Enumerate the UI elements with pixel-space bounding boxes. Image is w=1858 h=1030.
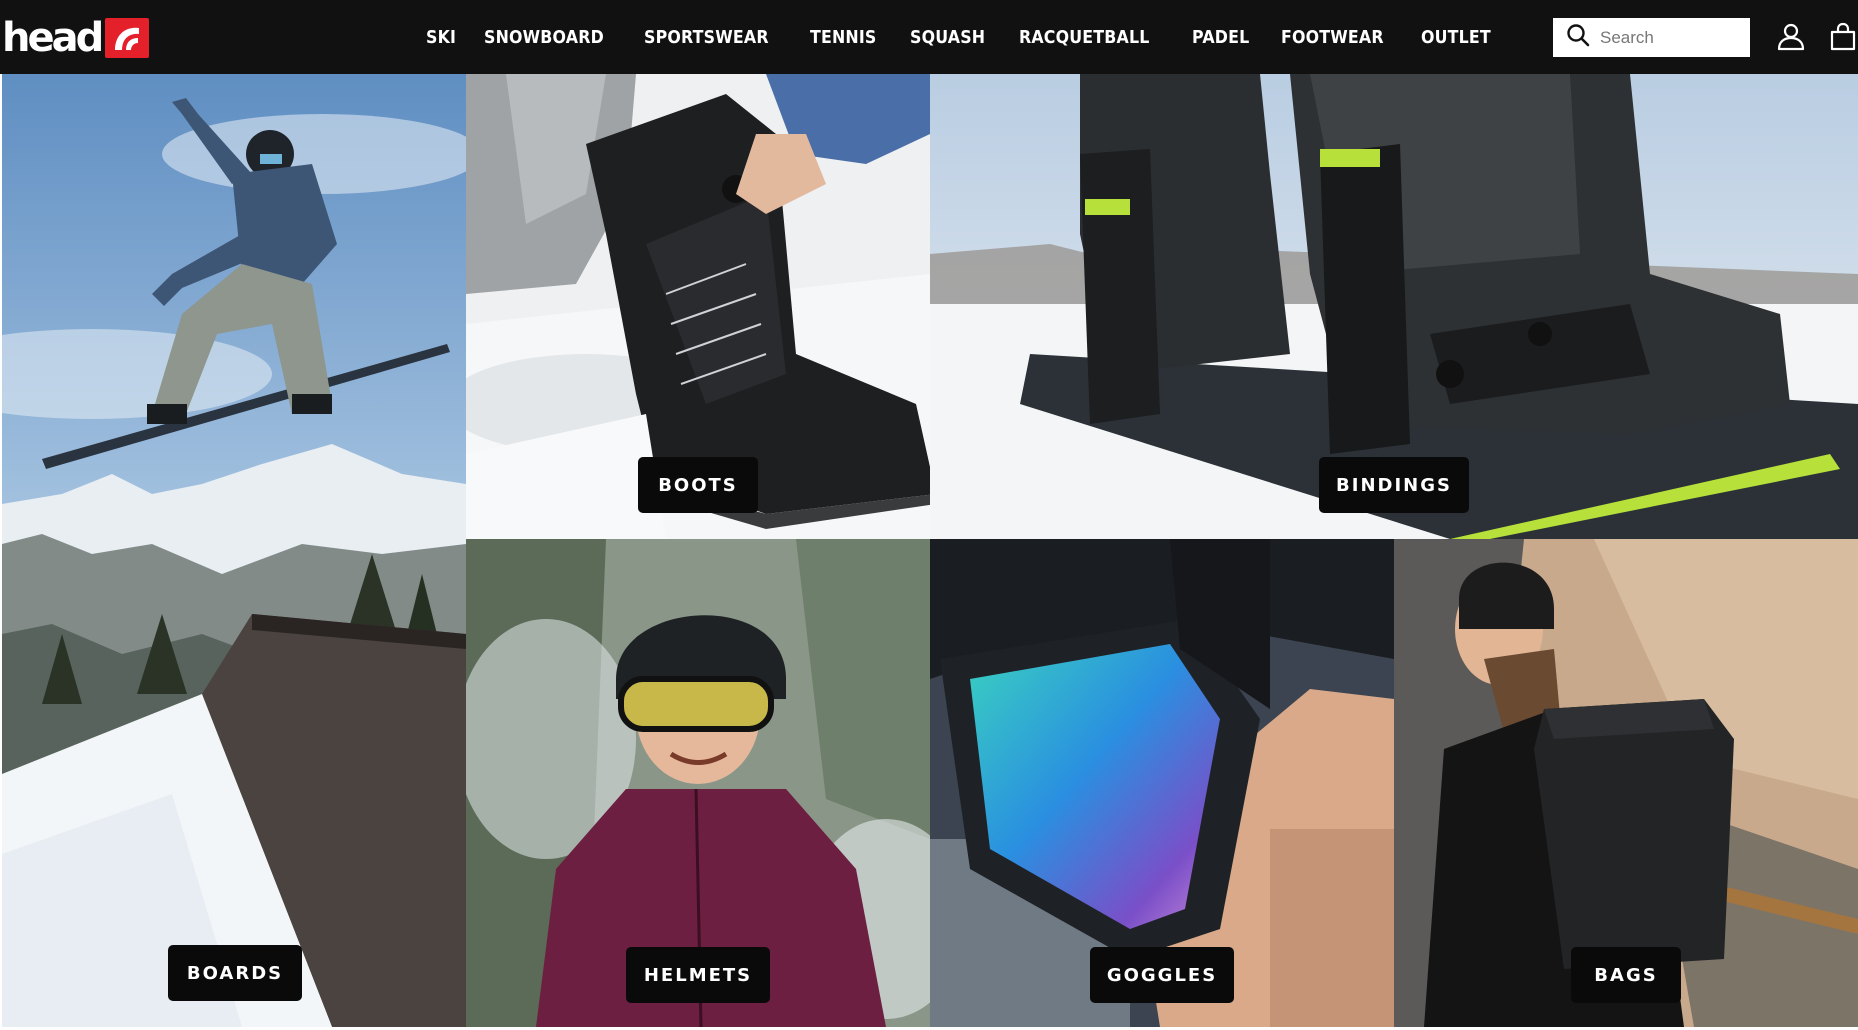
nav-item-ski[interactable]: SKI (426, 27, 456, 48)
shopping-bag-icon[interactable] (1828, 22, 1858, 52)
nav-item-racquetball[interactable]: RACQUETBALL (1019, 27, 1150, 48)
nav-item-outlet[interactable]: OUTLET (1421, 27, 1491, 48)
snowboarder-jump-image (2, 74, 466, 1027)
tile-label-bags[interactable]: BAGS (1571, 947, 1681, 1003)
category-tile-goggles[interactable]: GOGGLES (930, 539, 1394, 1027)
site-header: head SKI SNOWBOARD SPORTSWEAR TENNIS SQU… (0, 0, 1858, 74)
tile-label-helmets[interactable]: HELMETS (626, 947, 770, 1003)
search-bar[interactable] (1553, 18, 1750, 57)
user-icon[interactable] (1776, 22, 1806, 52)
search-icon[interactable] (1566, 23, 1590, 52)
category-tile-helmets[interactable]: HELMETS (466, 539, 930, 1027)
head-logo-mark-icon (105, 18, 150, 58)
tile-label-boards[interactable]: BOARDS (168, 945, 302, 1001)
tile-label-bindings[interactable]: BINDINGS (1319, 457, 1469, 513)
category-tile-boots[interactable]: BOOTS (466, 74, 930, 539)
category-tile-bags[interactable]: BAGS (1394, 539, 1858, 1027)
nav-item-tennis[interactable]: TENNIS (810, 27, 877, 48)
nav-item-squash[interactable]: SQUASH (910, 27, 985, 48)
nav-item-footwear[interactable]: FOOTWEAR (1281, 27, 1384, 48)
main-nav: SKI SNOWBOARD SPORTSWEAR TENNIS SQUASH R… (426, 0, 1525, 74)
head-logo[interactable]: head (0, 15, 150, 61)
logo-wordmark: head (2, 15, 104, 61)
nav-item-snowboard[interactable]: SNOWBOARD (484, 27, 604, 48)
tile-label-boots[interactable]: BOOTS (638, 457, 758, 513)
category-tile-boards[interactable]: BOARDS (2, 74, 466, 1027)
tile-label-goggles[interactable]: GOGGLES (1090, 947, 1234, 1003)
nav-item-padel[interactable]: PADEL (1192, 27, 1249, 48)
category-tile-bindings[interactable]: BINDINGS (930, 74, 1858, 539)
search-input[interactable] (1600, 27, 1740, 48)
nav-item-sportswear[interactable]: SPORTSWEAR (644, 27, 769, 48)
